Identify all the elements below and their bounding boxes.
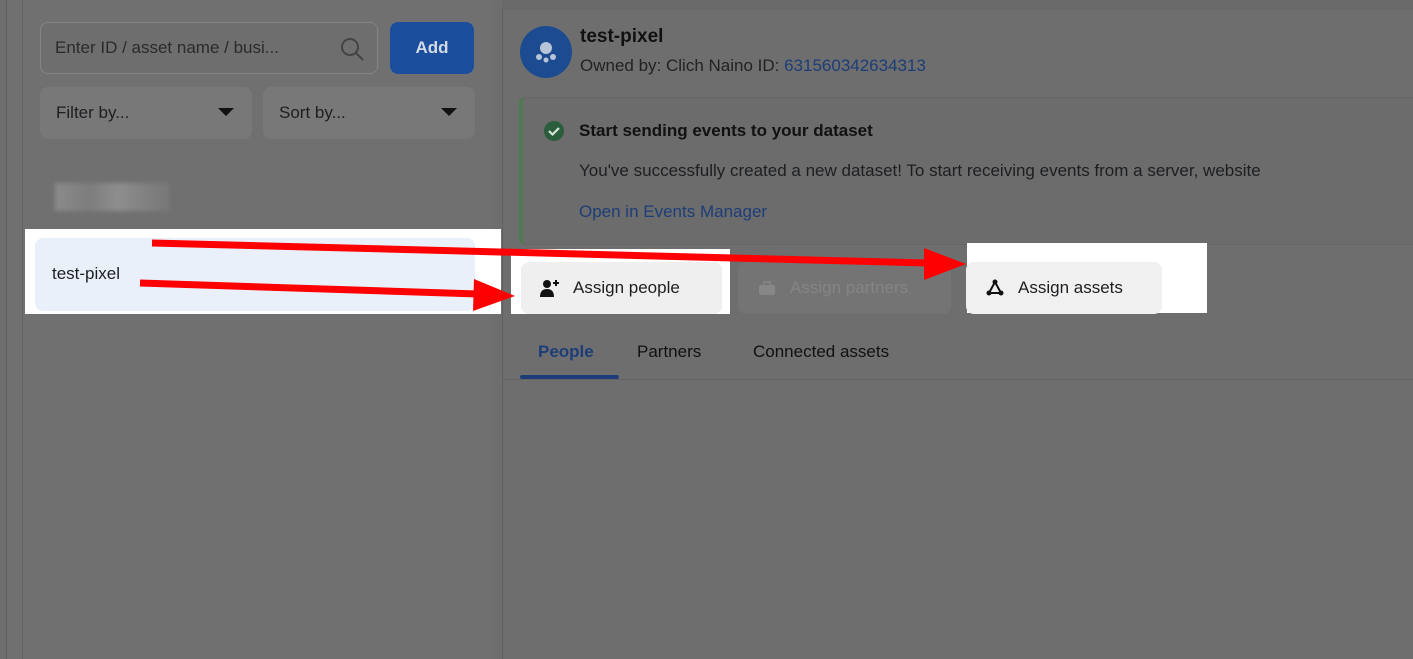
banner-title: Start sending events to your dataset [579, 121, 873, 140]
owner-line: Owned by: Clich Naino ID: 63156034263431… [580, 56, 926, 76]
tab-connected-assets[interactable]: Connected assets [753, 342, 889, 362]
assign-assets-button[interactable]: Assign assets [966, 262, 1162, 314]
assign-people-button[interactable]: Assign people [521, 262, 722, 314]
tab-people[interactable]: People [538, 342, 594, 362]
assign-assets-label: Assign assets [1018, 278, 1123, 297]
asset-title: test-pixel [580, 26, 664, 47]
check-circle-icon [544, 121, 564, 141]
search-icon[interactable] [339, 36, 365, 62]
list-item-test-pixel[interactable]: test-pixel [35, 238, 475, 311]
search-box[interactable] [40, 22, 378, 74]
assets-triangle-icon [986, 279, 1004, 296]
assign-partners-label: Assign partners [790, 278, 909, 297]
sort-label: Sort by... [279, 103, 346, 122]
list-item-label: test-pixel [52, 264, 121, 283]
banner-text: You've successfully created a new datase… [579, 161, 1261, 180]
caret-down-icon [218, 108, 234, 116]
header-strip [502, 0, 1413, 10]
tabs-divider [503, 379, 1413, 380]
caret-down-icon [441, 108, 457, 116]
asset-id-link[interactable]: 631560342634313 [784, 56, 926, 75]
filter-dropdown[interactable]: Filter by... [40, 87, 252, 139]
dataset-avatar-icon [520, 26, 572, 78]
search-input[interactable] [55, 38, 335, 58]
list-item-blurred[interactable] [55, 183, 170, 211]
left-divider [22, 0, 23, 659]
add-person-icon [540, 280, 559, 297]
add-button[interactable]: Add [390, 22, 474, 74]
owner-text: Owned by: Clich Naino ID: [580, 56, 785, 75]
open-events-manager-link[interactable]: Open in Events Manager [579, 202, 767, 222]
assign-partners-button[interactable]: Assign partners [738, 262, 951, 314]
assign-people-label: Assign people [573, 278, 680, 297]
sort-dropdown[interactable]: Sort by... [263, 87, 475, 139]
filter-label: Filter by... [56, 103, 130, 122]
briefcase-icon [759, 281, 775, 295]
tab-partners[interactable]: Partners [637, 342, 701, 362]
